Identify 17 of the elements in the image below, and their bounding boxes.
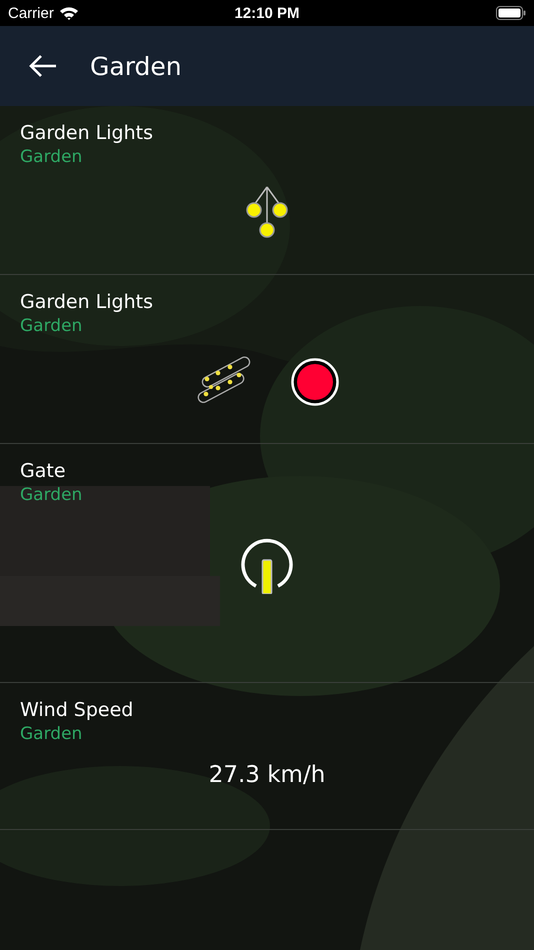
room-label: Garden	[20, 146, 84, 168]
room-label: Garden	[20, 723, 84, 745]
device-name: Garden Lights	[20, 290, 154, 315]
carrier-label: Carrier	[8, 4, 54, 22]
device-name: Wind Speed	[20, 698, 134, 723]
back-arrow-icon	[28, 54, 58, 78]
room-label: Garden	[20, 315, 84, 337]
room-label: Garden	[20, 484, 84, 506]
page-title: Garden	[90, 52, 182, 80]
device-name: Garden Lights	[20, 121, 154, 146]
battery-icon	[496, 6, 526, 20]
wifi-icon	[58, 6, 79, 20]
color-swatch[interactable]	[291, 358, 339, 406]
device-name: Gate	[20, 459, 67, 484]
clock-time: 12:10 PM	[234, 4, 300, 22]
sensor-reading: 27.3 km/h	[208, 762, 326, 788]
back-button[interactable]	[28, 54, 58, 78]
